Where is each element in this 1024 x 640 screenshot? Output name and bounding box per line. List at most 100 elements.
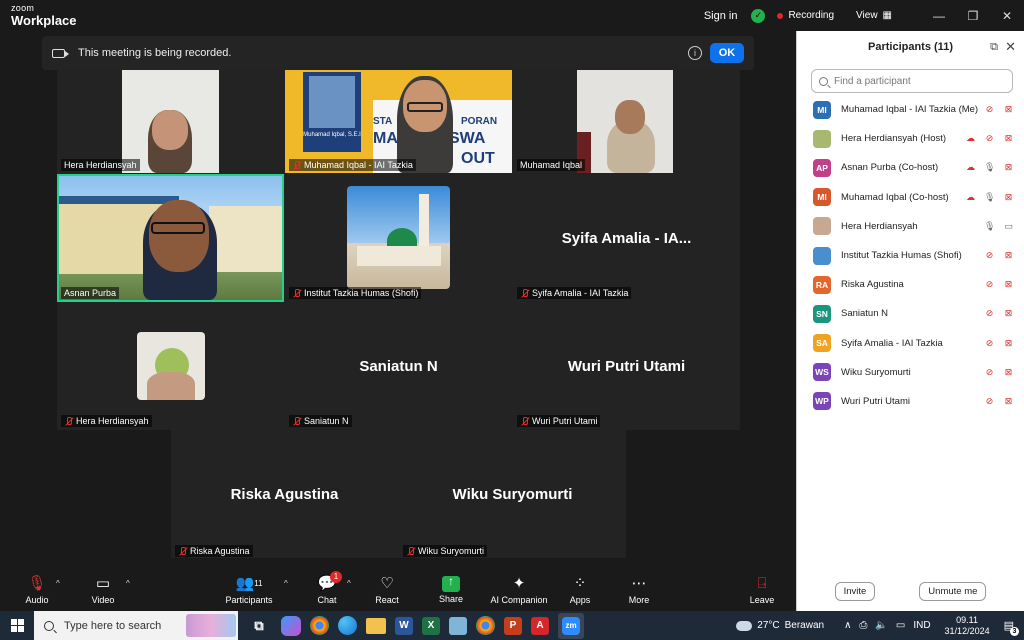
pop-out-icon[interactable]: ⧉ xyxy=(990,41,998,54)
chat-badge: 1 xyxy=(330,571,342,583)
minimize-icon[interactable]: — xyxy=(922,9,956,23)
mic-muted-icon xyxy=(292,416,301,426)
video-button[interactable]: ▭ Video xyxy=(88,574,118,605)
participant-row[interactable]: AP Asnan Purba (Co-host) ☁ 🎙 ⊠ xyxy=(797,153,1024,182)
video-tile[interactable]: Wiku Suryomurti Wiku Suryomurti xyxy=(399,430,626,558)
weather-widget[interactable]: 27°C Berawan xyxy=(733,617,825,631)
participant-row[interactable]: MI Muhamad Iqbal - IAI Tazkia (Me) ⊘ ⊠ xyxy=(797,95,1024,124)
language-indicator[interactable]: IND xyxy=(913,620,930,631)
video-off-icon: ⊠ xyxy=(1004,279,1013,290)
participants-options-caret-icon[interactable]: ^ xyxy=(284,579,288,588)
notes-app-icon[interactable] xyxy=(449,616,467,635)
apps-button[interactable]: ⁘ Apps xyxy=(566,574,594,605)
video-options-caret-icon[interactable]: ^ xyxy=(126,579,130,588)
zoom-taskbar-icon[interactable]: zm xyxy=(558,612,584,639)
weather-status: Berawan xyxy=(784,620,825,631)
more-button[interactable]: ⋯ More xyxy=(624,574,654,605)
chevron-up-icon[interactable]: ∧ xyxy=(844,620,851,631)
participant-row[interactable]: WS Wiku Suryomurti ⊘ ⊠ xyxy=(797,358,1024,387)
pdf-reader-icon[interactable]: A xyxy=(531,616,549,635)
edge-icon[interactable] xyxy=(338,616,357,635)
participant-row[interactable]: Hera Herdiansyah 🎙 ▭ xyxy=(797,212,1024,241)
battery-icon[interactable]: ▭ xyxy=(896,620,905,631)
zoom-logo: zoom Workplace xyxy=(11,4,77,28)
network-icon[interactable]: ⎙ xyxy=(859,620,867,631)
chat-button[interactable]: 💬 1 Chat xyxy=(313,571,342,605)
participant-name: Institut Tazkia Humas (Shofi) xyxy=(841,250,962,262)
participant-name: Riska Agustina xyxy=(841,279,904,291)
participant-search-input[interactable] xyxy=(834,75,1004,87)
video-tile[interactable]: Hera Herdiansyah xyxy=(57,302,284,430)
video-off-icon: ⊠ xyxy=(1004,395,1013,406)
participant-name: Wuri Putri Utami xyxy=(841,395,910,407)
copilot-icon[interactable] xyxy=(281,615,301,636)
react-button[interactable]: ♡ React xyxy=(372,574,402,605)
video-tile[interactable]: Wuri Putri Utami Wuri Putri Utami xyxy=(513,302,740,430)
sign-in-button[interactable]: Sign in xyxy=(704,10,738,22)
mic-icon: 🎙 xyxy=(984,220,996,231)
clock-date: 31/12/2024 xyxy=(944,625,990,636)
chrome-icon[interactable] xyxy=(310,616,329,635)
video-tile[interactable]: Syifa Amalia - IA... Syifa Amalia - IAI … xyxy=(513,174,740,302)
participant-row[interactable]: Hera Herdiansyah (Host) ☁ ⊘ ⊠ xyxy=(797,124,1024,153)
share-button[interactable]: Share xyxy=(436,574,466,604)
participant-name: Saniatun N xyxy=(841,308,889,320)
video-tile[interactable]: Saniatun N Saniatun N xyxy=(285,302,512,430)
participant-name: Muhamad Iqbal - IAI Tazkia (Me) xyxy=(841,104,979,116)
participant-row[interactable]: SA Syifa Amalia - IAI Tazkia ⊘ ⊠ xyxy=(797,329,1024,358)
pinned-apps: ⧉ W X P A zm xyxy=(246,612,584,639)
close-icon[interactable]: ✕ xyxy=(990,9,1024,23)
mic-muted-icon: 🎙 xyxy=(27,575,47,592)
encryption-shield-icon[interactable]: ✓ xyxy=(751,8,766,23)
ai-companion-button[interactable]: ✦ AI Companion xyxy=(490,574,548,605)
active-speaker-tile[interactable]: Asnan Purba xyxy=(57,174,284,302)
participant-row[interactable]: Institut Tazkia Humas (Shofi) ⊘ ⊠ xyxy=(797,241,1024,270)
chrome-profile-icon[interactable] xyxy=(476,616,495,635)
participant-row[interactable]: RA Riska Agustina ⊘ ⊠ xyxy=(797,270,1024,299)
chat-options-caret-icon[interactable]: ^ xyxy=(347,579,351,588)
participant-row[interactable]: WP Wuri Putri Utami ⊘ ⊠ xyxy=(797,387,1024,416)
excel-icon[interactable]: X xyxy=(422,616,440,635)
panel-close-icon[interactable]: ✕ xyxy=(1005,39,1016,55)
video-tile[interactable]: Riska Agustina Riska Agustina xyxy=(171,430,398,558)
task-view-icon[interactable]: ⧉ xyxy=(246,613,272,639)
participants-icon: 👥11 xyxy=(235,575,263,592)
leave-button[interactable]: ⍈ Leave xyxy=(747,574,777,605)
participants-button[interactable]: 👥11 Participants xyxy=(224,574,274,605)
search-highlight-image xyxy=(186,614,236,637)
invite-button[interactable]: Invite xyxy=(834,582,876,601)
video-tile[interactable]: Institut Tazkia Humas (Shofi) xyxy=(285,174,512,302)
audio-options-caret-icon[interactable]: ^ xyxy=(56,579,60,588)
tile-name: Wuri Putri Utami xyxy=(517,415,601,427)
video-tile[interactable]: Muhamad Iqbal xyxy=(513,70,740,173)
view-label: View xyxy=(856,10,878,21)
unmute-me-button[interactable]: Unmute me xyxy=(919,582,987,601)
panel-footer: Invite Unmute me xyxy=(797,582,1024,601)
taskbar-search[interactable]: Type here to search xyxy=(34,611,238,640)
participant-avatar: WP xyxy=(813,392,831,411)
ok-button[interactable]: OK xyxy=(710,43,744,63)
info-icon[interactable]: i xyxy=(688,46,702,60)
mic-muted-icon xyxy=(64,416,73,426)
word-icon[interactable]: W xyxy=(395,616,413,635)
mic-muted-icon xyxy=(292,288,301,298)
powerpoint-icon[interactable]: P xyxy=(504,616,522,635)
restore-icon[interactable]: ❐ xyxy=(956,9,990,23)
participant-row[interactable]: MI Muhamad Iqbal (Co-host) ☁ 🎙 ⊠ xyxy=(797,183,1024,212)
audio-button[interactable]: 🎙 Audio xyxy=(22,574,52,605)
video-tile[interactable]: Hera Herdiansyah xyxy=(57,70,284,173)
participant-avatar xyxy=(813,217,831,236)
participant-video: Muhamad Iqbal, S.E.I STA PORAN MA SWA OU… xyxy=(285,70,512,173)
start-button[interactable] xyxy=(0,611,34,640)
video-tile[interactable]: Muhamad Iqbal, S.E.I STA PORAN MA SWA OU… xyxy=(285,70,512,173)
participant-display-name: Saniatun N xyxy=(359,358,438,375)
volume-icon[interactable]: 🔈 xyxy=(875,620,887,631)
notification-icon[interactable]: ▤ 3 xyxy=(1004,619,1019,636)
view-button[interactable]: View ▦ xyxy=(856,10,892,21)
mic-muted-icon: ⊘ xyxy=(985,308,994,319)
clock[interactable]: 09.11 31/12/2024 xyxy=(945,615,990,637)
participant-search[interactable] xyxy=(811,69,1013,93)
file-explorer-icon[interactable] xyxy=(366,617,386,634)
participant-row[interactable]: SN Saniatun N ⊘ ⊠ xyxy=(797,299,1024,328)
recording-indicator[interactable]: Recording xyxy=(777,10,834,21)
